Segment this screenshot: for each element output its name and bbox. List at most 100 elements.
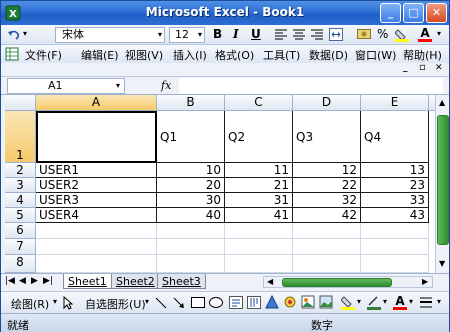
menu-help[interactable]: 帮助(H) (403, 47, 442, 63)
arrow-tool-icon[interactable] (173, 297, 185, 309)
empty-row[interactable] (157, 239, 225, 255)
tab-sheet3[interactable]: Sheet3 (157, 274, 206, 289)
close-button[interactable]: ✕ (426, 3, 447, 23)
column-header-c[interactable]: C (225, 95, 293, 111)
empty-row[interactable] (157, 223, 225, 239)
select-pointer-icon[interactable] (63, 296, 73, 310)
menu-insert[interactable]: 插入(I) (173, 47, 207, 63)
horizontal-scrollbar[interactable]: ◀ ▶ (263, 276, 433, 288)
draw-menu-button[interactable]: 绘图(R) (11, 296, 49, 312)
empty-row[interactable] (225, 223, 293, 239)
line-color-icon[interactable] (367, 295, 381, 310)
tab-sheet1[interactable]: Sheet1 (63, 274, 112, 289)
name-box[interactable]: A1 ▾ (7, 78, 125, 94)
row-header-2[interactable]: 2 (5, 163, 36, 178)
cell-e2[interactable]: 13 (361, 163, 429, 178)
merge-center-icon[interactable] (329, 28, 343, 41)
vertical-scroll-thumb[interactable] (437, 115, 449, 245)
empty-row[interactable] (361, 255, 429, 273)
empty-row[interactable] (36, 223, 157, 239)
chevron-down-icon[interactable]: ▾ (198, 28, 202, 42)
empty-row[interactable] (293, 255, 361, 273)
align-center-icon[interactable] (293, 29, 305, 40)
scroll-down-icon[interactable]: ▼ (439, 259, 445, 268)
scroll-up-icon[interactable]: ▲ (439, 98, 445, 107)
bold-button[interactable]: B (213, 27, 222, 41)
underline-button[interactable]: U (251, 27, 261, 41)
cell-e5[interactable]: 43 (361, 208, 429, 223)
workbook-close-icon[interactable]: ✕ (435, 63, 443, 73)
row-header-8[interactable]: 8 (5, 255, 36, 273)
column-header-b[interactable]: B (157, 95, 225, 111)
chevron-down-icon[interactable]: ▾ (158, 28, 162, 42)
font-name-box[interactable]: 宋体 ▾ (55, 27, 165, 43)
cell-c3[interactable]: 21 (225, 178, 293, 193)
vertical-textbox-icon[interactable] (247, 296, 261, 309)
worksheet-grid[interactable]: A B C D E 1 Q1 Q2 Q3 Q4 2 USER1 10 11 12… (5, 95, 435, 273)
cell-b1[interactable]: Q1 (157, 111, 225, 163)
autoshape-button[interactable]: 自选图形(U) (85, 296, 146, 312)
menu-format[interactable]: 格式(O) (215, 47, 254, 63)
select-all-corner[interactable] (5, 95, 36, 111)
chevron-down-icon[interactable]: ▾ (145, 297, 149, 306)
cell-d5[interactable]: 42 (293, 208, 361, 223)
undo-icon[interactable] (7, 28, 21, 42)
sheet-doc-icon[interactable] (5, 47, 19, 61)
clipart-icon[interactable] (301, 295, 315, 310)
row-header-6[interactable]: 6 (5, 223, 36, 239)
align-left-icon[interactable] (275, 29, 287, 40)
cell-c1[interactable]: Q2 (225, 111, 293, 163)
percent-button[interactable]: % (377, 27, 388, 41)
row-header-4[interactable]: 4 (5, 193, 36, 208)
chevron-down-icon[interactable]: ▾ (409, 297, 413, 306)
prev-sheet-icon[interactable]: ◀ (19, 276, 26, 286)
chevron-down-icon[interactable]: ▾ (383, 297, 387, 306)
cell-e4[interactable]: 33 (361, 193, 429, 208)
next-sheet-icon[interactable]: ▶ (31, 276, 38, 286)
cell-d2[interactable]: 12 (293, 163, 361, 178)
line-style-icon[interactable] (419, 296, 433, 309)
column-header-a[interactable]: A (36, 95, 157, 111)
cell-e3[interactable]: 23 (361, 178, 429, 193)
wordart-icon[interactable] (265, 295, 279, 310)
cell-c2[interactable]: 11 (225, 163, 293, 178)
empty-row[interactable] (225, 255, 293, 273)
first-sheet-icon[interactable]: |◀ (5, 276, 15, 286)
column-header-d[interactable]: D (293, 95, 361, 111)
empty-row[interactable] (293, 239, 361, 255)
cell-a5[interactable]: USER4 (36, 208, 157, 223)
cell-b3[interactable]: 20 (157, 178, 225, 193)
workbook-restore-icon[interactable]: ▫ (419, 62, 426, 73)
line-tool-icon[interactable] (155, 297, 167, 309)
workbook-minimize-icon[interactable]: _ (403, 63, 408, 73)
chevron-down-icon[interactable]: ▾ (357, 297, 361, 306)
empty-row[interactable] (293, 223, 361, 239)
empty-row[interactable] (157, 255, 225, 273)
currency-icon[interactable] (357, 27, 371, 42)
textbox-tool-icon[interactable] (229, 296, 243, 309)
menu-data[interactable]: 数据(D) (309, 47, 348, 63)
cell-a1[interactable] (36, 111, 157, 163)
horizontal-scroll-thumb[interactable] (282, 278, 392, 287)
menu-edit[interactable]: 编辑(E) (81, 47, 119, 63)
picture-icon[interactable] (319, 295, 333, 310)
menu-view[interactable]: 视图(V) (125, 47, 163, 63)
rectangle-tool-icon[interactable] (191, 297, 205, 308)
cell-b2[interactable]: 10 (157, 163, 225, 178)
row-header-5[interactable]: 5 (5, 208, 36, 223)
column-header-e[interactable]: E (361, 95, 429, 111)
formula-input[interactable] (179, 78, 443, 94)
chevron-down-icon[interactable]: ▾ (53, 297, 57, 306)
undo-dropdown-icon[interactable]: ▾ (23, 29, 27, 38)
fill-color-icon[interactable] (395, 28, 409, 42)
draw-font-color-button[interactable]: A (393, 294, 407, 311)
chevron-down-icon[interactable]: ▾ (437, 297, 441, 306)
empty-row[interactable] (225, 239, 293, 255)
last-sheet-icon[interactable]: ▶| (43, 276, 53, 286)
menu-window[interactable]: 窗口(W) (355, 47, 396, 63)
empty-row[interactable] (36, 239, 157, 255)
cell-a4[interactable]: USER3 (36, 193, 157, 208)
cell-d4[interactable]: 32 (293, 193, 361, 208)
empty-row[interactable] (361, 239, 429, 255)
cell-b5[interactable]: 40 (157, 208, 225, 223)
